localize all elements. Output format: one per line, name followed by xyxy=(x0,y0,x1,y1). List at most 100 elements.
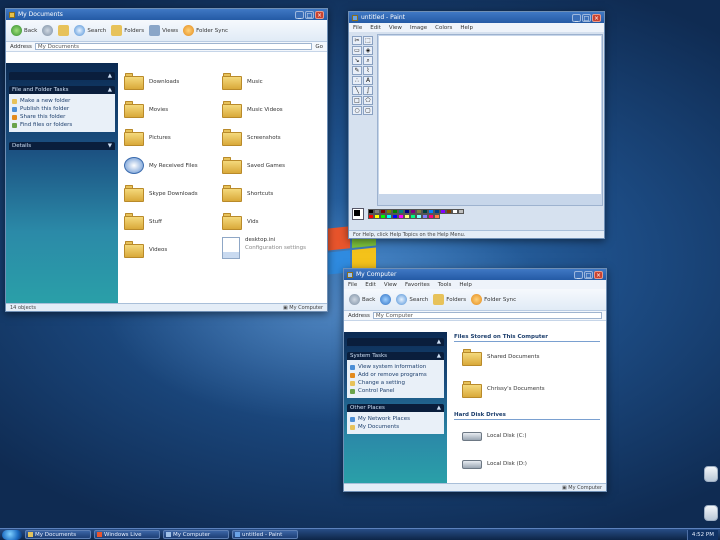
folder-item[interactable]: Shortcuts xyxy=(222,185,273,202)
close-button[interactable]: × xyxy=(592,13,601,22)
menu-tools[interactable]: Tools xyxy=(438,282,452,288)
explorer-titlebar[interactable]: My Documents _ □ × xyxy=(6,9,327,20)
paint-canvas[interactable] xyxy=(379,36,601,194)
polygon-tool[interactable]: ⬠ xyxy=(363,96,373,105)
text-tool[interactable]: A xyxy=(363,76,373,85)
color-swatch[interactable] xyxy=(458,209,464,214)
task-pane-top-header[interactable]: ▲ xyxy=(347,338,444,346)
folder-item[interactable]: Pictures xyxy=(124,129,171,146)
folder-item[interactable]: Downloads xyxy=(124,73,179,90)
maximize-button[interactable]: □ xyxy=(584,270,593,279)
minimize-button[interactable]: _ xyxy=(574,270,583,279)
paint-titlebar[interactable]: untitled - Paint _ □ × xyxy=(349,12,604,23)
brush-tool[interactable]: ⌇ xyxy=(363,66,373,75)
clock[interactable]: 4:52 PM xyxy=(692,532,714,538)
folder-sync-button[interactable]: Folder Sync xyxy=(471,294,516,305)
search-button[interactable]: Search xyxy=(74,25,106,36)
menu-edit[interactable]: Edit xyxy=(370,25,381,31)
folders-button[interactable]: Folders xyxy=(433,294,466,305)
collapse-icon[interactable]: ▲ xyxy=(108,87,112,93)
file-item[interactable]: desktop.ini Configuration settings xyxy=(222,237,306,259)
task-windows-live[interactable]: Windows Live xyxy=(94,530,160,539)
search-button[interactable]: Search xyxy=(396,294,428,305)
task-pane-top-header[interactable]: ▲ xyxy=(9,72,115,80)
special-folder-item[interactable]: My Received Files xyxy=(124,157,198,174)
close-button[interactable]: × xyxy=(594,270,603,279)
file-folder-tasks-header[interactable]: File and Folder Tasks ▲ xyxy=(9,86,115,94)
menu-file[interactable]: File xyxy=(348,282,357,288)
line-tool[interactable]: ╲ xyxy=(352,86,362,95)
ellipse-tool[interactable]: ○ xyxy=(352,106,362,115)
picker-tool[interactable]: ↘ xyxy=(352,56,362,65)
menu-image[interactable]: Image xyxy=(410,25,427,31)
minimize-button[interactable]: _ xyxy=(572,13,581,22)
task-my-documents[interactable]: My Documents xyxy=(25,530,91,539)
close-button[interactable]: × xyxy=(315,10,324,19)
maximize-button[interactable]: □ xyxy=(582,13,591,22)
select-free-tool[interactable]: ✂ xyxy=(352,36,362,45)
collapse-icon[interactable]: ▲ xyxy=(437,339,441,345)
menu-view[interactable]: View xyxy=(384,282,397,288)
back-button[interactable]: Back xyxy=(349,294,375,305)
task-paint[interactable]: untitled - Paint xyxy=(232,530,298,539)
folders-button[interactable]: Folders xyxy=(111,25,144,36)
folder-item[interactable]: Screenshots xyxy=(222,129,281,146)
minimize-button[interactable]: _ xyxy=(295,10,304,19)
collapse-icon[interactable]: ▲ xyxy=(437,353,441,359)
user-documents-item[interactable]: Chrissy's Documents xyxy=(462,378,604,400)
address-input[interactable]: My Documents xyxy=(34,43,313,50)
drive-c-item[interactable]: Local Disk (C:) xyxy=(462,426,604,446)
folder-item[interactable]: Stuff xyxy=(124,213,162,230)
folder-item[interactable]: Music xyxy=(222,73,263,90)
place-network[interactable]: My Network Places xyxy=(350,415,441,423)
fill-tool[interactable]: ◈ xyxy=(363,46,373,55)
collapse-icon[interactable]: ▲ xyxy=(108,73,112,79)
menu-colors[interactable]: Colors xyxy=(435,25,452,31)
eraser-tool[interactable]: ▭ xyxy=(352,46,362,55)
forward-button[interactable] xyxy=(380,294,392,305)
place-my-documents[interactable]: My Documents xyxy=(350,423,441,431)
expand-icon[interactable]: ▼ xyxy=(108,143,112,149)
task-change-setting[interactable]: Change a setting xyxy=(350,379,441,387)
task-control-panel[interactable]: Control Panel xyxy=(350,387,441,395)
folder-item[interactable]: Skype Downloads xyxy=(124,185,198,202)
go-button[interactable]: Go xyxy=(315,44,323,50)
menu-favorites[interactable]: Favorites xyxy=(405,282,430,288)
address-input[interactable]: My Computer xyxy=(372,312,602,319)
airbrush-tool[interactable]: ∴ xyxy=(352,76,362,85)
forward-button[interactable] xyxy=(42,25,54,36)
menu-file[interactable]: File xyxy=(353,25,362,31)
select-rect-tool[interactable]: ⬚ xyxy=(363,36,373,45)
task-make-new-folder[interactable]: Make a new folder xyxy=(12,97,112,105)
collapse-icon[interactable]: ▲ xyxy=(437,405,441,411)
details-header[interactable]: Details ▼ xyxy=(9,142,115,150)
zoom-tool[interactable]: ⌕ xyxy=(363,56,373,65)
mycomputer-window[interactable]: My Computer _ □ × File Edit View Favorit… xyxy=(343,268,607,492)
task-publish-folder[interactable]: Publish this folder xyxy=(12,105,112,113)
shared-documents-item[interactable]: Shared Documents xyxy=(462,346,604,368)
drive-d-item[interactable]: Local Disk (D:) xyxy=(462,454,604,474)
task-my-computer[interactable]: My Computer xyxy=(163,530,229,539)
menu-help[interactable]: Help xyxy=(459,282,472,288)
task-view-system-info[interactable]: View system information xyxy=(350,363,441,371)
up-folder-button[interactable] xyxy=(58,25,70,36)
folder-item[interactable]: Movies xyxy=(124,101,168,118)
folder-item[interactable]: Music Videos xyxy=(222,101,283,118)
maximize-button[interactable]: □ xyxy=(305,10,314,19)
folder-item[interactable]: Vids xyxy=(222,213,259,230)
rounded-rect-tool[interactable]: ▢ xyxy=(363,106,373,115)
curve-tool[interactable]: ∫ xyxy=(363,86,373,95)
task-add-remove-programs[interactable]: Add or remove programs xyxy=(350,371,441,379)
paint-window[interactable]: untitled - Paint _ □ × File Edit View Im… xyxy=(348,11,605,239)
start-button[interactable] xyxy=(2,529,22,540)
rectangle-tool[interactable]: □ xyxy=(352,96,362,105)
color-swatch[interactable] xyxy=(434,214,440,219)
menu-help[interactable]: Help xyxy=(460,25,473,31)
explorer-window[interactable]: My Documents _ □ × Back Search Folders V… xyxy=(5,8,328,312)
other-places-header[interactable]: Other Places ▲ xyxy=(347,404,444,412)
task-find-files[interactable]: Find files or folders xyxy=(12,121,112,129)
pencil-tool[interactable]: ✎ xyxy=(352,66,362,75)
mycomputer-titlebar[interactable]: My Computer _ □ × xyxy=(344,269,606,280)
system-tasks-header[interactable]: System Tasks ▲ xyxy=(347,352,444,360)
folder-sync-button[interactable]: Folder Sync xyxy=(183,25,228,36)
